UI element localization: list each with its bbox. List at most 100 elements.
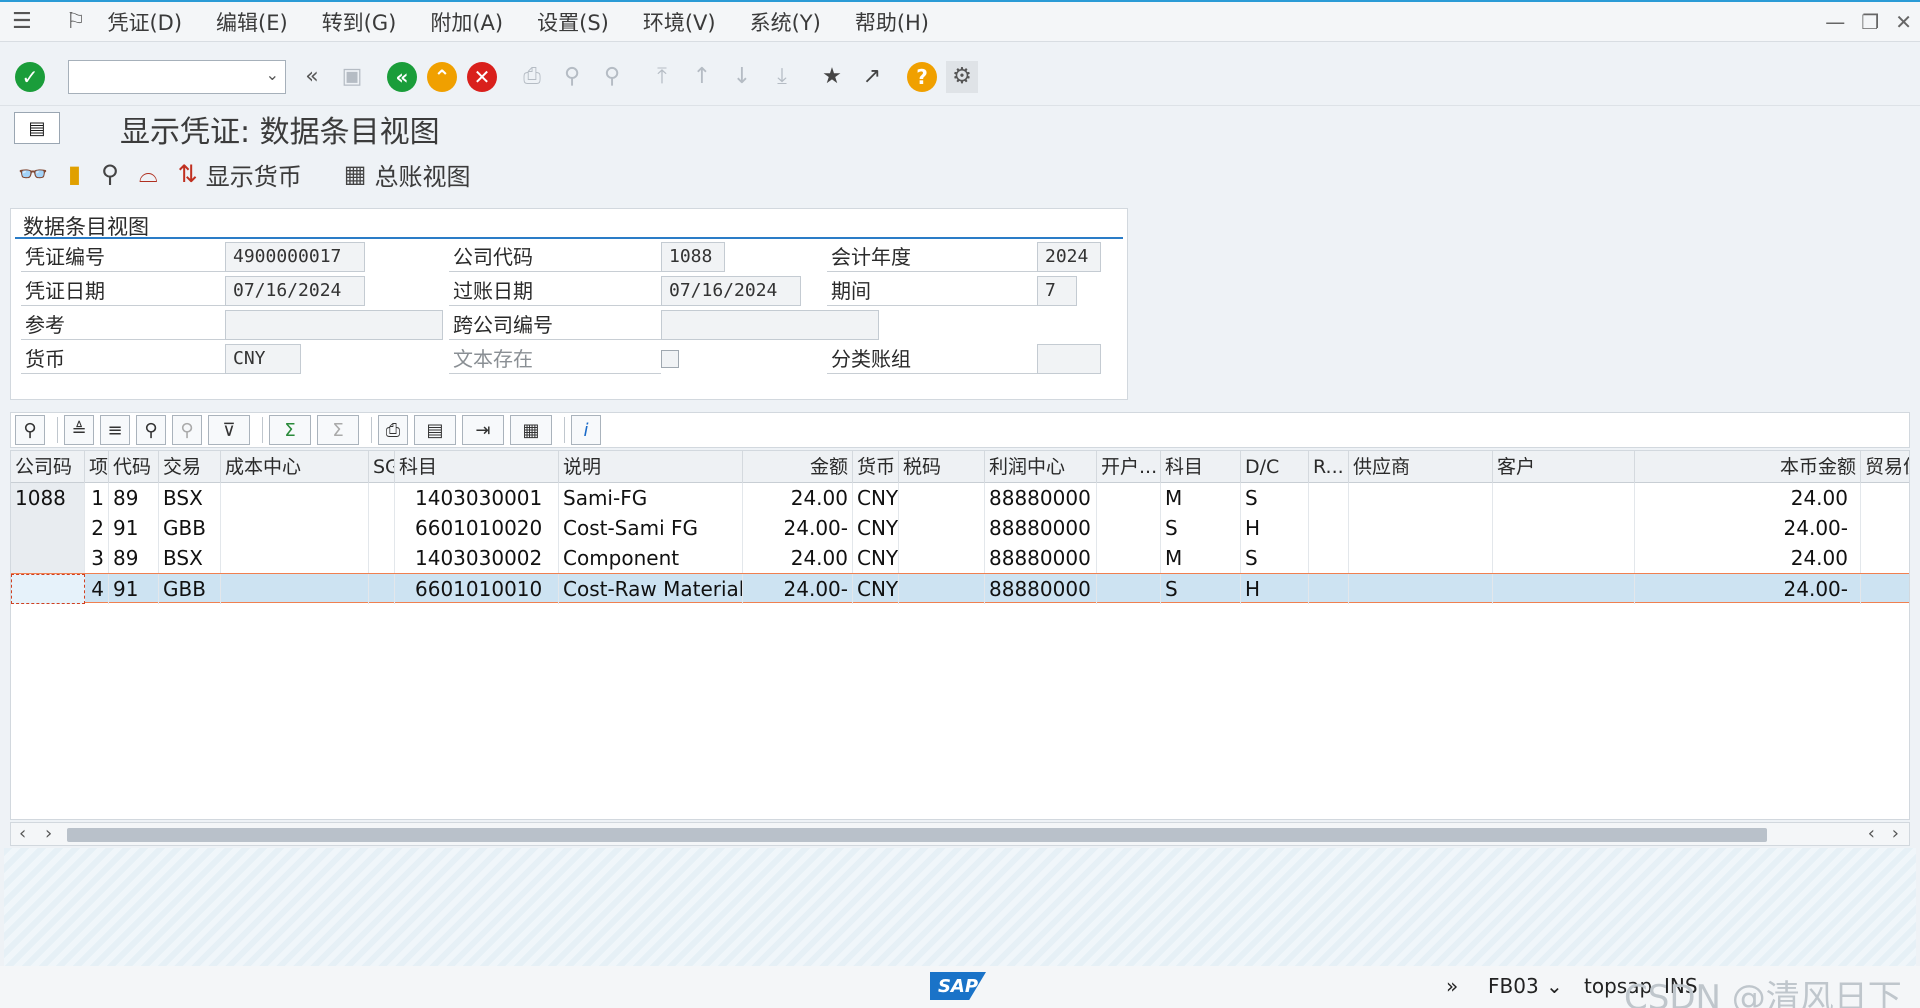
reference-field[interactable] [225, 310, 443, 340]
settings-icon[interactable]: ⚙ [946, 60, 978, 93]
menu-extras[interactable]: 附加(A) [430, 7, 503, 37]
menu-edit[interactable]: 编辑(E) [216, 7, 288, 37]
menu-settings[interactable]: 设置(S) [537, 7, 609, 37]
col-bank[interactable]: 开户... [1097, 451, 1161, 483]
display-currency-button[interactable]: 显示货币 [206, 157, 302, 192]
hat-icon[interactable]: ⌓ [139, 160, 158, 188]
sort-ascending-icon[interactable]: ≜ [64, 415, 94, 445]
export-icon[interactable]: ⇥ [462, 415, 504, 445]
table-row[interactable]: 1088 1 89 BSX 1403030001 Sami-FG 24.00 C… [11, 483, 1909, 513]
filter-icon[interactable]: ⊽ [208, 415, 250, 445]
shortcut-icon[interactable]: ↗ [856, 61, 888, 93]
posting-date-field[interactable]: 07/16/2024 [661, 276, 801, 306]
gl-view-icon[interactable]: ▦ [344, 160, 367, 188]
col-r[interactable]: R... [1309, 451, 1349, 483]
col-account-type[interactable]: 科目 [1161, 451, 1241, 483]
sum-icon[interactable]: Σ [269, 415, 311, 445]
prev-page-icon[interactable]: ↑ [686, 61, 718, 93]
chevron-down-icon[interactable]: ⌄ [1546, 974, 1563, 998]
cancel-icon[interactable]: ✕ [466, 61, 498, 93]
next-page-icon[interactable]: ↓ [726, 61, 758, 93]
document-overview-icon[interactable]: ▮ [68, 160, 81, 188]
text-exists-checkbox[interactable] [661, 350, 679, 368]
scroll-left-end-icon[interactable]: ‹ [1868, 823, 1875, 844]
history-icon[interactable]: « [296, 61, 328, 93]
table-row[interactable]: 3 89 BSX 1403030002 Component 24.00 CNY … [11, 543, 1909, 573]
period-label: 期间 [827, 276, 1037, 306]
last-page-icon[interactable]: ⤓ [766, 61, 798, 93]
cross-company-field[interactable] [661, 310, 879, 340]
enter-icon[interactable]: ✓ [14, 61, 46, 93]
col-currency[interactable]: 货币 [853, 451, 899, 483]
layout-icon[interactable]: ▦ [510, 415, 552, 445]
currency-field[interactable]: CNY [225, 344, 301, 374]
back-icon[interactable]: « [386, 61, 418, 93]
print-icon[interactable]: ⎙ [516, 61, 548, 93]
minimize-icon[interactable]: — [1825, 10, 1845, 34]
current-cell[interactable] [11, 574, 85, 604]
menu-document[interactable]: 凭证(D) [107, 7, 182, 37]
scroll-right-icon[interactable]: › [45, 823, 52, 844]
details-icon[interactable]: ⚲ [15, 415, 45, 445]
line-items-grid: 公司码 项 代码 交易 成本中心 SG 科目 说明 金额 货币 税码 利润中心 … [10, 450, 1910, 820]
menu-goto[interactable]: 转到(G) [322, 7, 397, 37]
info-icon[interactable]: i [571, 415, 601, 445]
col-debit-credit[interactable]: D/C [1241, 451, 1309, 483]
find-next-icon[interactable]: ⚲ [596, 61, 628, 93]
col-description[interactable]: 说明 [559, 451, 743, 483]
col-trading-partner[interactable]: 贸易伙 [1861, 451, 1909, 483]
menu-help[interactable]: 帮助(H) [855, 7, 929, 37]
glasses-icon[interactable]: 👓 [18, 160, 48, 188]
col-profit-center[interactable]: 利润中心 [985, 451, 1097, 483]
save-icon[interactable]: ▣ [336, 61, 368, 93]
find-icon[interactable]: ⚲ [136, 415, 166, 445]
col-account[interactable]: 科目 [395, 451, 559, 483]
fiscal-year-field[interactable]: 2024 [1037, 242, 1101, 272]
close-icon[interactable]: ✕ [1895, 10, 1912, 34]
chevron-down-icon[interactable]: ⌄ [266, 65, 279, 84]
menu-icon[interactable]: ☰ [12, 9, 32, 34]
find-icon[interactable]: ⚲ [556, 61, 588, 93]
display-header-icon[interactable]: ⚲ [101, 160, 119, 188]
col-transaction[interactable]: 交易 [159, 451, 221, 483]
col-customer[interactable]: 客户 [1493, 451, 1635, 483]
col-local-amount[interactable]: 本币金额 [1635, 451, 1861, 483]
exit-icon[interactable]: ⌃ [426, 61, 458, 93]
transaction-menu-icon[interactable]: ▤ [14, 112, 60, 144]
first-page-icon[interactable]: ⤒ [646, 61, 678, 93]
menu-environment[interactable]: 环境(V) [643, 7, 716, 37]
sort-descending-icon[interactable]: ≡ [100, 415, 130, 445]
print-icon[interactable]: ⎙ [378, 415, 408, 445]
scroll-left-icon[interactable]: ‹ [19, 823, 26, 844]
subtotal-icon[interactable]: Σ [317, 415, 359, 445]
col-cost-center[interactable]: 成本中心 [221, 451, 369, 483]
help-icon[interactable]: ? [906, 61, 938, 93]
scroll-right-end-icon[interactable]: › [1892, 823, 1899, 844]
gl-view-button[interactable]: 总账视图 [374, 157, 470, 192]
col-amount[interactable]: 金额 [743, 451, 853, 483]
horizontal-scrollbar[interactable]: ‹ › ‹ › [10, 822, 1910, 846]
company-code-field[interactable]: 1088 [661, 242, 725, 272]
table-row[interactable]: 2 91 GBB 6601010020 Cost-Sami FG 24.00- … [11, 513, 1909, 543]
menu-system[interactable]: 系统(Y) [750, 7, 821, 37]
col-sg[interactable]: SG [369, 451, 395, 483]
find-next-icon[interactable]: ⚲ [172, 415, 202, 445]
col-tax-code[interactable]: 税码 [899, 451, 985, 483]
ledger-group-field[interactable] [1037, 344, 1101, 374]
restore-icon[interactable]: ❐ [1861, 10, 1879, 34]
status-expand-icon[interactable]: » [1446, 974, 1458, 998]
col-vendor[interactable]: 供应商 [1349, 451, 1493, 483]
command-field[interactable]: ⌄ [68, 59, 286, 94]
scrollbar-thumb[interactable] [67, 828, 1767, 842]
views-icon[interactable]: ▤ [414, 415, 456, 445]
col-posting-key[interactable]: 代码 [109, 451, 159, 483]
display-currency-icon[interactable]: ⇅ [178, 160, 198, 188]
period-field[interactable]: 7 [1037, 276, 1077, 306]
doc-number-field[interactable]: 4900000017 [225, 242, 365, 272]
col-company-code[interactable]: 公司码 [11, 451, 85, 483]
doc-date-field[interactable]: 07/16/2024 [225, 276, 365, 306]
col-item[interactable]: 项 [85, 451, 109, 483]
favorites-icon[interactable]: ⚐ [66, 9, 86, 34]
new-session-icon[interactable]: ★ [816, 61, 848, 93]
table-row-selected[interactable]: 4 91 GBB 6601010010 Cost-Raw Material 24… [11, 573, 1909, 604]
